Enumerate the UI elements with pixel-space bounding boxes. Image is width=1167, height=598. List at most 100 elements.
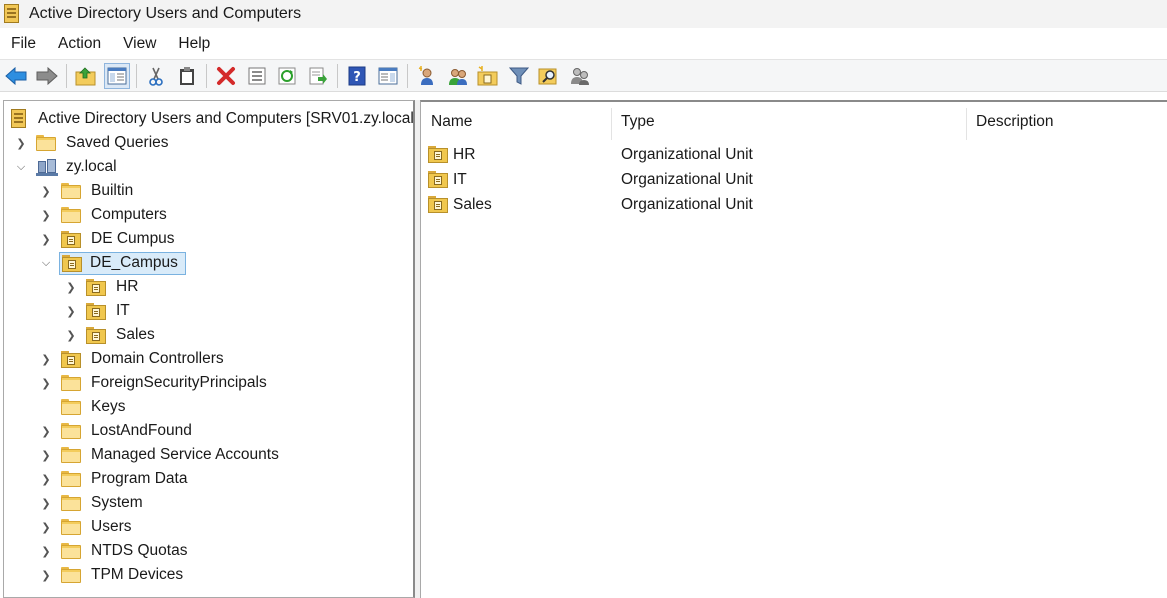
list-item[interactable]: IT Organizational Unit (421, 167, 1167, 192)
chevron-right-icon[interactable]: ❯ (39, 520, 53, 534)
folder-icon (61, 423, 81, 439)
tree-item-users[interactable]: ❯ Users (39, 515, 135, 539)
window-title: Active Directory Users and Computers (29, 5, 302, 22)
menu-file[interactable]: File (0, 30, 47, 58)
column-header-name[interactable]: Name (431, 102, 472, 142)
chevron-right-icon[interactable]: ❯ (64, 304, 78, 318)
title-bar: Active Directory Users and Computers (0, 0, 1167, 28)
tree-label: HR (116, 278, 139, 295)
create-group-icon[interactable] (445, 63, 471, 89)
create-user-icon[interactable] (414, 63, 440, 89)
folder-icon (61, 495, 81, 511)
menu-action[interactable]: Action (47, 30, 112, 58)
tree-item-builtin[interactable]: ❯ Builtin (39, 179, 137, 203)
tree-item-hr[interactable]: ❯ HR (64, 275, 142, 299)
chevron-right-icon[interactable]: ❯ (39, 232, 53, 246)
chevron-right-icon[interactable]: ❯ (14, 136, 28, 150)
chevron-down-icon[interactable]: ⌵ (39, 256, 53, 270)
folder-icon (61, 183, 81, 199)
export-list-icon[interactable] (305, 63, 331, 89)
list-item[interactable]: HR Organizational Unit (421, 142, 1167, 167)
chevron-right-icon[interactable]: ❯ (39, 568, 53, 582)
create-ou-icon[interactable] (475, 63, 501, 89)
tree-label: zy.local (66, 158, 117, 175)
tree-item-managed-service-accounts[interactable]: ❯ Managed Service Accounts (39, 443, 283, 467)
aduc-app-icon (3, 4, 19, 24)
tree-item-foreign-security-principals[interactable]: ❯ ForeignSecurityPrincipals (39, 371, 271, 395)
tree-item-lost-and-found[interactable]: ❯ LostAndFound (39, 419, 196, 443)
menu-view[interactable]: View (112, 30, 167, 58)
tree-item-system[interactable]: ❯ System (39, 491, 147, 515)
add-to-group-icon[interactable] (567, 63, 593, 89)
filter-icon[interactable] (506, 63, 532, 89)
item-name: Sales (453, 195, 492, 213)
column-header-type[interactable]: Type (621, 102, 655, 142)
tree-item-de-cumpus[interactable]: ❯ DE Cumpus (39, 227, 179, 251)
item-type: Organizational Unit (621, 170, 753, 188)
properties-icon[interactable] (244, 63, 270, 89)
chevron-right-icon[interactable]: ❯ (39, 544, 53, 558)
chevron-right-icon[interactable]: ❯ (39, 472, 53, 486)
chevron-right-icon[interactable]: ❯ (39, 424, 53, 438)
tree-label: Sales (116, 326, 155, 343)
chevron-right-icon[interactable]: ❯ (39, 208, 53, 222)
selection-highlight: DE_Campus (59, 251, 186, 275)
show-hide-console-tree-icon[interactable] (103, 62, 130, 89)
svg-text:?: ? (353, 70, 361, 85)
tree-item-domain[interactable]: ⌵ zy.local (14, 155, 121, 179)
up-folder-icon[interactable] (73, 63, 99, 89)
chevron-right-icon[interactable]: ❯ (39, 496, 53, 510)
tree-item-tpm-devices[interactable]: ❯ TPM Devices (39, 563, 187, 587)
tree-item-program-data[interactable]: ❯ Program Data (39, 467, 191, 491)
folder-icon (61, 375, 81, 391)
column-divider[interactable] (966, 108, 967, 140)
folder-icon (61, 447, 81, 463)
tree-label: System (91, 494, 143, 511)
tree-item-computers[interactable]: ❯ Computers (39, 203, 171, 227)
aduc-root-icon (10, 109, 28, 129)
tree-label: Users (91, 518, 132, 535)
delete-icon[interactable] (213, 63, 239, 89)
column-divider[interactable] (611, 108, 612, 140)
console-tree: Active Directory Users and Computers [SR… (3, 100, 415, 598)
organizational-unit-icon (86, 326, 106, 344)
chevron-right-icon[interactable]: ❯ (39, 376, 53, 390)
tree-label: Keys (91, 398, 126, 415)
tree-root[interactable]: Active Directory Users and Computers [SR… (10, 107, 413, 131)
tree-item-saved-queries[interactable]: ❯ Saved Queries (14, 131, 173, 155)
tree-label: Managed Service Accounts (91, 446, 279, 463)
tree-item-ntds-quotas[interactable]: ❯ NTDS Quotas (39, 539, 191, 563)
toolbar: ? (0, 59, 1167, 92)
tree-item-keys[interactable]: Keys (39, 395, 129, 419)
tree-item-sales[interactable]: ❯ Sales (64, 323, 159, 347)
forward-icon[interactable] (34, 63, 60, 89)
organizational-unit-icon (428, 146, 448, 163)
organizational-unit-icon (86, 278, 106, 296)
chevron-right-icon[interactable]: ❯ (39, 184, 53, 198)
tree-item-de-campus[interactable]: ⌵ DE_Campus (39, 251, 186, 275)
paste-icon[interactable] (174, 63, 200, 89)
menu-help[interactable]: Help (167, 30, 221, 58)
chevron-down-icon[interactable]: ⌵ (14, 160, 28, 174)
chevron-right-icon[interactable]: ❯ (39, 352, 53, 366)
refresh-icon[interactable] (274, 63, 300, 89)
back-icon[interactable] (3, 63, 29, 89)
tree-label: ForeignSecurityPrincipals (91, 374, 267, 391)
chevron-right-icon[interactable]: ❯ (64, 328, 78, 342)
chevron-right-icon[interactable]: ❯ (39, 448, 53, 462)
chevron-right-icon[interactable]: ❯ (64, 280, 78, 294)
tree-item-domain-controllers[interactable]: ❯ Domain Controllers (39, 347, 228, 371)
organizational-unit-icon (61, 230, 81, 248)
help-icon[interactable]: ? (344, 63, 370, 89)
name-cell: HR (428, 142, 475, 167)
list-item[interactable]: Sales Organizational Unit (421, 192, 1167, 217)
name-cell: Sales (428, 192, 492, 217)
tree-label: Saved Queries (66, 134, 169, 151)
column-header-description[interactable]: Description (976, 102, 1054, 142)
cut-icon[interactable] (143, 63, 169, 89)
show-hide-action-pane-icon[interactable] (375, 63, 401, 89)
tree-item-it[interactable]: ❯ IT (64, 299, 134, 323)
item-type: Organizational Unit (621, 195, 753, 213)
find-icon[interactable] (536, 63, 562, 89)
